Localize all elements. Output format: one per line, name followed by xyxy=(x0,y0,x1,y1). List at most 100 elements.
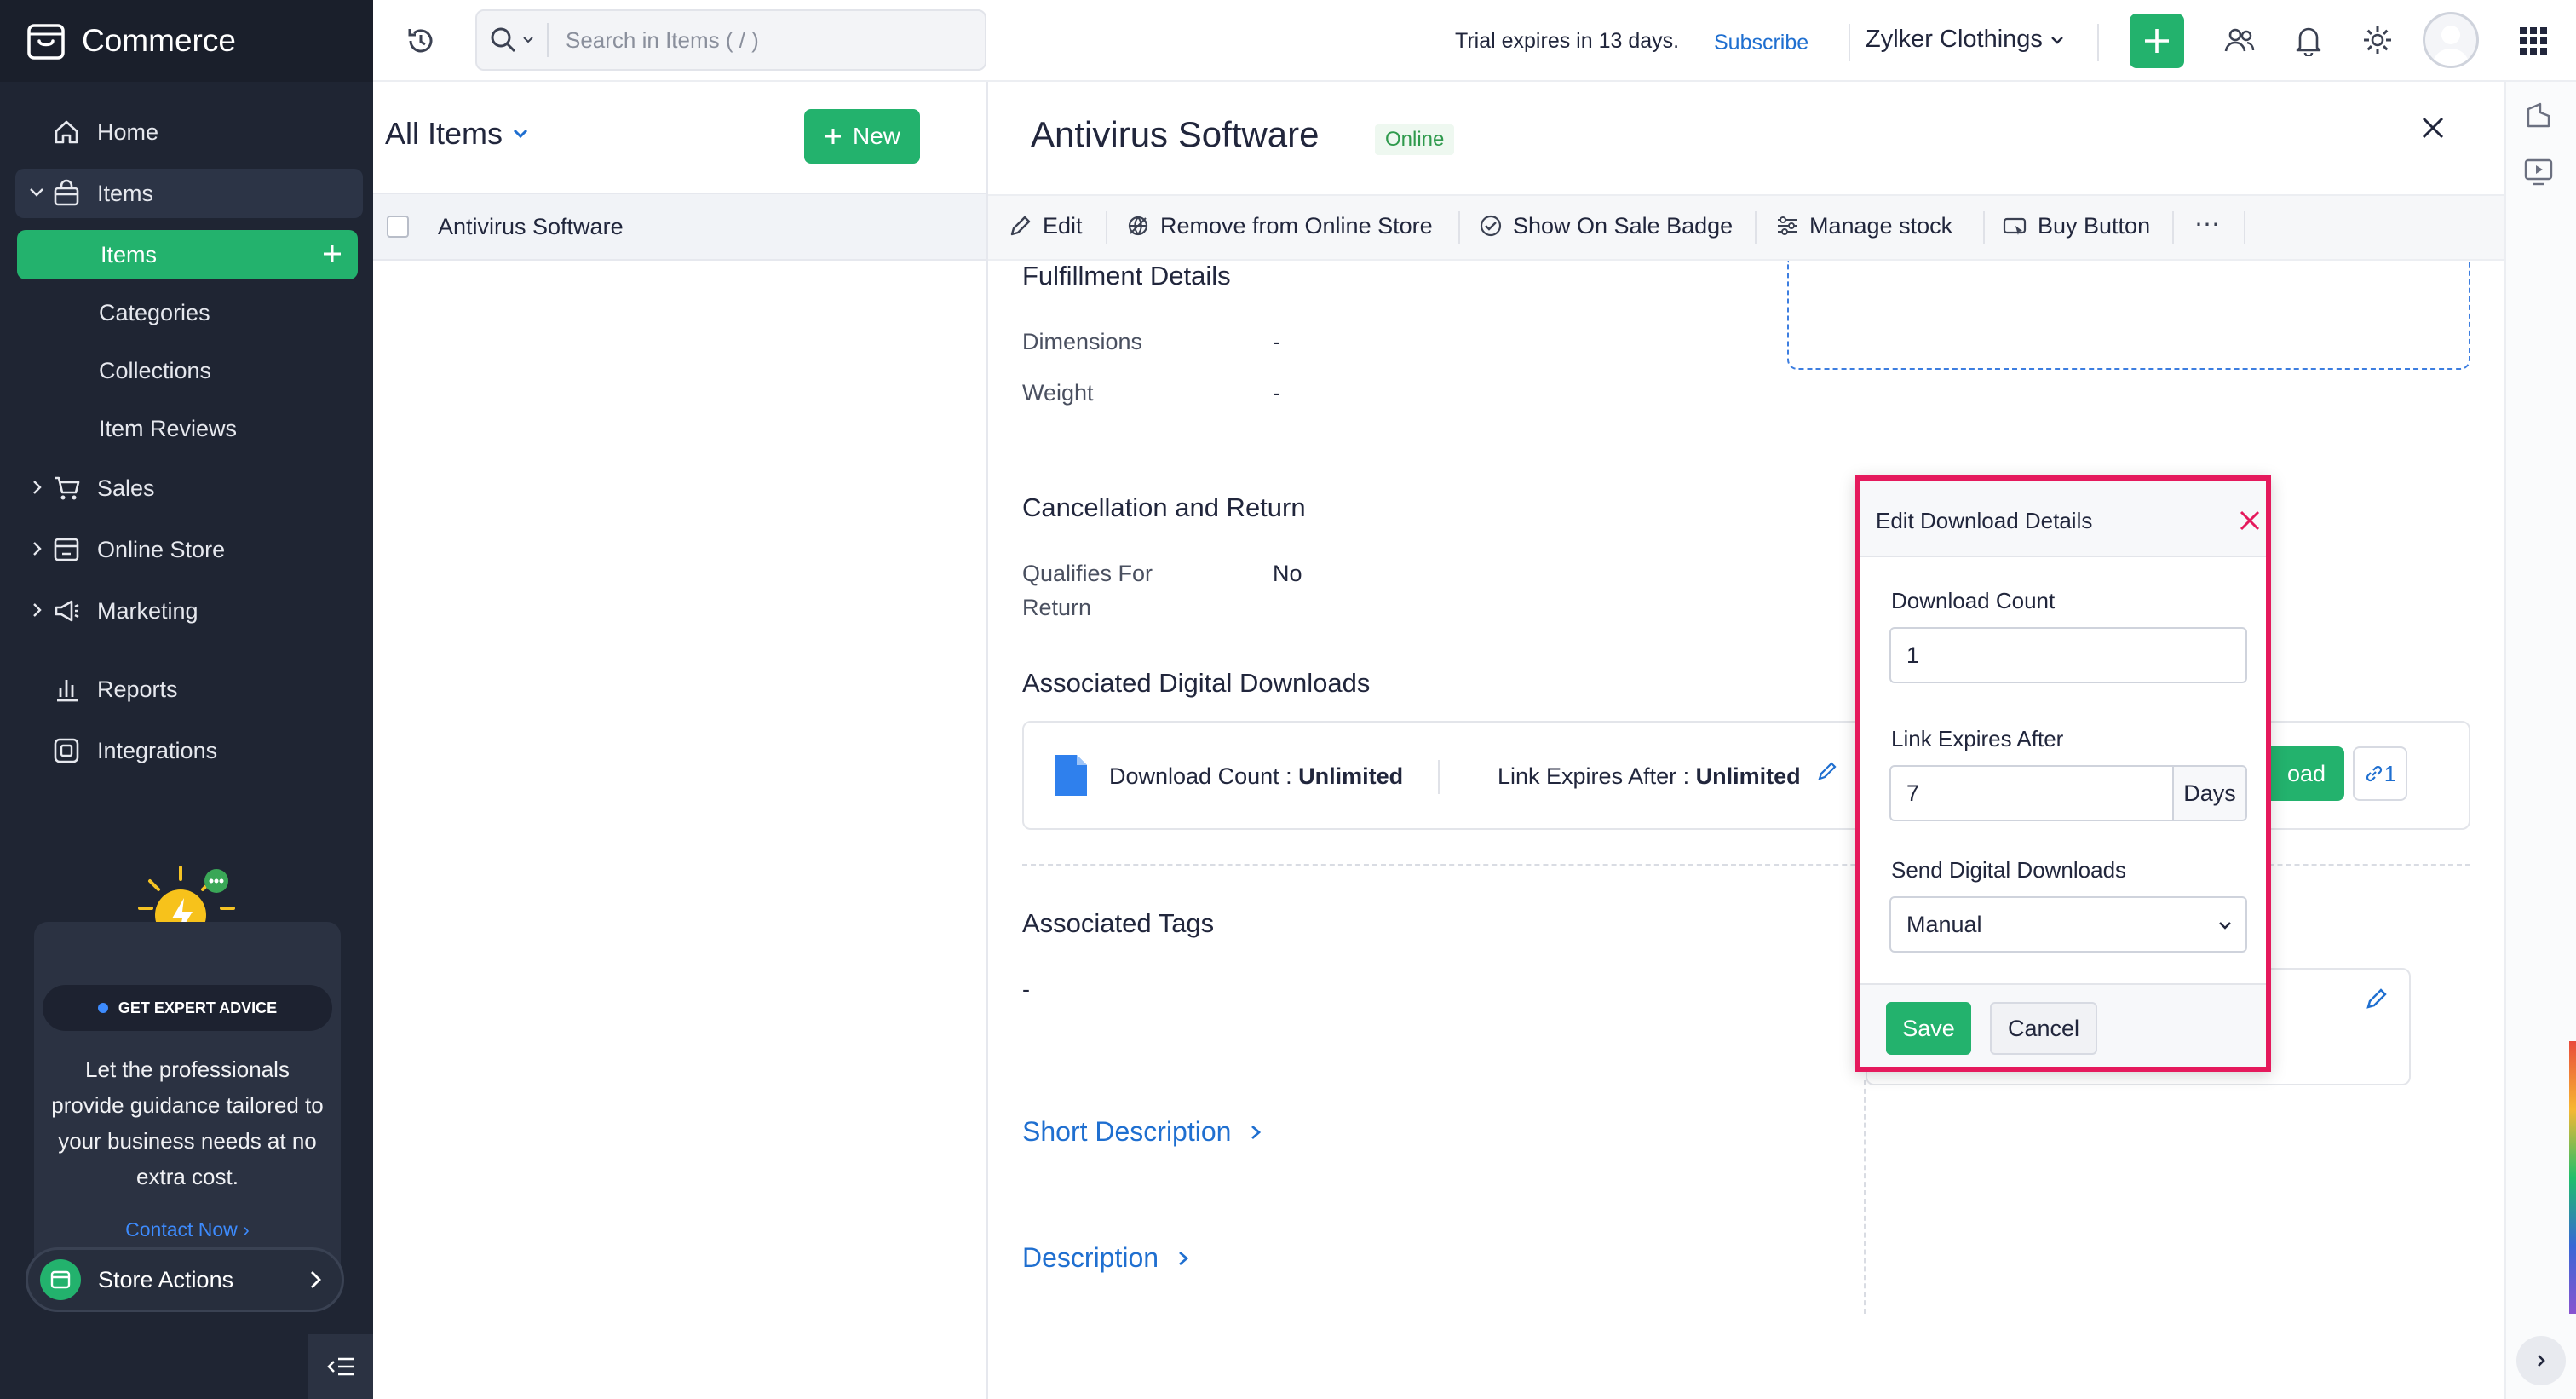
sidebar-item-label: Integrations xyxy=(97,737,218,763)
close-icon[interactable] xyxy=(2419,114,2447,141)
divider xyxy=(2244,211,2245,244)
weight-label: Weight xyxy=(1022,380,1094,406)
collapse-sidebar-button[interactable] xyxy=(308,1334,373,1399)
remove-label: Remove from Online Store xyxy=(1160,212,1433,239)
edit-button[interactable]: Edit xyxy=(1009,199,1083,252)
item-title: Antivirus Software xyxy=(1031,114,1320,154)
buy-button-button[interactable]: Buy Button xyxy=(2002,199,2150,252)
sidebar-item-label: Online Store xyxy=(97,536,226,562)
edit-pencil-icon[interactable] xyxy=(1816,760,1838,782)
search-input[interactable]: Search in Items ( / ) xyxy=(566,27,759,54)
send-downloads-select[interactable]: Manual xyxy=(1889,896,2247,953)
buy-button-label: Buy Button xyxy=(2038,212,2151,239)
store-actions-label: Store Actions xyxy=(98,1266,234,1292)
chevron-right-icon xyxy=(1248,1123,1263,1142)
chevron-down-icon[interactable] xyxy=(521,33,535,47)
feedback-icon[interactable] xyxy=(2523,101,2554,131)
search-icon[interactable] xyxy=(489,26,518,55)
organization-switcher[interactable]: Zylker Clothings xyxy=(1866,26,2065,54)
days-unit-label: Days xyxy=(2183,780,2236,806)
image-drop-zone[interactable] xyxy=(1787,261,2470,370)
subscribe-link[interactable]: Subscribe xyxy=(1714,31,1808,55)
divider xyxy=(2172,211,2174,244)
short-description-toggle[interactable]: Short Description xyxy=(1022,1116,1263,1148)
video-tutorial-icon[interactable] xyxy=(2523,157,2554,187)
collapse-icon xyxy=(326,1356,355,1378)
color-strip xyxy=(2569,1041,2576,1314)
upload-label: oad xyxy=(2286,760,2326,786)
weight-value: - xyxy=(1273,380,1280,406)
items-list-pane: All Items New Antivirus Software xyxy=(373,82,988,1399)
sliders-icon xyxy=(1775,214,1809,238)
chevron-right-icon xyxy=(27,478,46,497)
notification-bell-icon[interactable] xyxy=(2293,24,2324,56)
description-toggle[interactable]: Description xyxy=(1022,1242,1191,1274)
manage-stock-button[interactable]: Manage stock xyxy=(1775,199,1952,252)
item-name[interactable]: Antivirus Software xyxy=(438,214,624,240)
download-count-label: Download Count : xyxy=(1109,763,1299,789)
chevron-right-icon xyxy=(1176,1249,1191,1268)
send-downloads-value: Manual xyxy=(1906,911,1982,937)
link-expires-value: Unlimited xyxy=(1695,763,1801,789)
search-bar[interactable]: Search in Items ( / ) xyxy=(475,9,986,71)
link-expires-value: 7 xyxy=(1906,780,1920,806)
qualifies-label-line2: Return xyxy=(1022,595,1092,620)
sidebar-item-integrations[interactable]: Integrations xyxy=(15,726,363,775)
sidebar-item-sales[interactable]: Sales xyxy=(15,463,363,513)
chevron-down-icon xyxy=(2050,32,2065,48)
user-avatar[interactable] xyxy=(2423,12,2479,68)
settings-gear-icon[interactable] xyxy=(2361,24,2394,56)
sale-badge-label: Show On Sale Badge xyxy=(1513,212,1734,239)
store-actions-button[interactable]: Store Actions xyxy=(26,1247,344,1312)
link-expires-input[interactable]: 7 xyxy=(1889,765,2174,821)
download-count-input[interactable]: 1 xyxy=(1889,627,2247,683)
edit-pencil-icon[interactable] xyxy=(2365,987,2389,1010)
sidebar-item-home[interactable]: Home xyxy=(15,107,363,157)
quick-create-button[interactable] xyxy=(2130,14,2184,68)
table-row[interactable]: Antivirus Software xyxy=(373,194,986,261)
new-button-label: New xyxy=(852,123,900,149)
remove-from-online-store-button[interactable]: Remove from Online Store xyxy=(1126,199,1433,252)
sidebar-item-label: Marketing xyxy=(97,597,198,624)
tags-value: - xyxy=(1022,976,1030,1002)
sidebar-item-label: Items xyxy=(97,180,154,206)
sidebar-item-marketing[interactable]: Marketing xyxy=(15,586,363,636)
badge-label: GET EXPERT ADVICE xyxy=(118,999,278,1016)
divider xyxy=(1849,24,1850,61)
fulfillment-heading: Fulfillment Details xyxy=(1022,261,1231,291)
sidebar-subitem-items[interactable]: Items xyxy=(17,230,358,279)
new-item-button[interactable]: New xyxy=(804,109,920,164)
megaphone-icon xyxy=(49,594,83,628)
expert-advice-card: GET EXPERT ADVICE Let the professionals … xyxy=(34,922,341,1290)
sidebar-item-reports[interactable]: Reports xyxy=(15,665,363,714)
plus-icon[interactable] xyxy=(320,242,344,266)
app-grid-icon[interactable] xyxy=(2518,26,2549,56)
sidebar-subitem-collections[interactable]: Collections xyxy=(15,346,363,395)
sidebar-subitem-categories[interactable]: Categories xyxy=(15,288,363,337)
contact-now-link[interactable]: Contact Now › xyxy=(34,1218,341,1241)
show-on-sale-badge-button[interactable]: Show On Sale Badge xyxy=(1479,199,1733,252)
sidebar-item-items[interactable]: Items xyxy=(15,169,363,218)
sidebar-item-online-store[interactable]: Online Store xyxy=(15,525,363,574)
chevron-down-icon xyxy=(511,124,530,143)
recent-history-icon[interactable] xyxy=(404,24,438,58)
all-items-dropdown[interactable]: All Items xyxy=(385,116,530,152)
row-checkbox[interactable] xyxy=(387,216,409,238)
cancel-button[interactable]: Cancel xyxy=(1990,1002,2097,1055)
brand-header[interactable]: Commerce xyxy=(0,0,373,82)
linked-files-button[interactable]: 1 xyxy=(2353,746,2407,801)
sidebar-subitem-item-reviews[interactable]: Item Reviews xyxy=(15,404,363,453)
link-icon xyxy=(2364,763,2384,784)
edit-label: Edit xyxy=(1043,212,1083,239)
digital-downloads-heading: Associated Digital Downloads xyxy=(1022,668,1371,698)
tags-heading: Associated Tags xyxy=(1022,908,1215,938)
more-options-button[interactable]: ⋯ xyxy=(2194,210,2220,239)
save-button[interactable]: Save xyxy=(1886,1002,1971,1055)
divider xyxy=(1864,1080,1866,1314)
users-icon[interactable] xyxy=(2223,26,2256,56)
download-count-value: Unlimited xyxy=(1298,763,1404,789)
plus-icon xyxy=(824,127,842,146)
close-icon[interactable] xyxy=(2239,510,2261,532)
expand-rail-button[interactable] xyxy=(2516,1336,2566,1385)
download-count-value: 1 xyxy=(1906,642,1920,668)
